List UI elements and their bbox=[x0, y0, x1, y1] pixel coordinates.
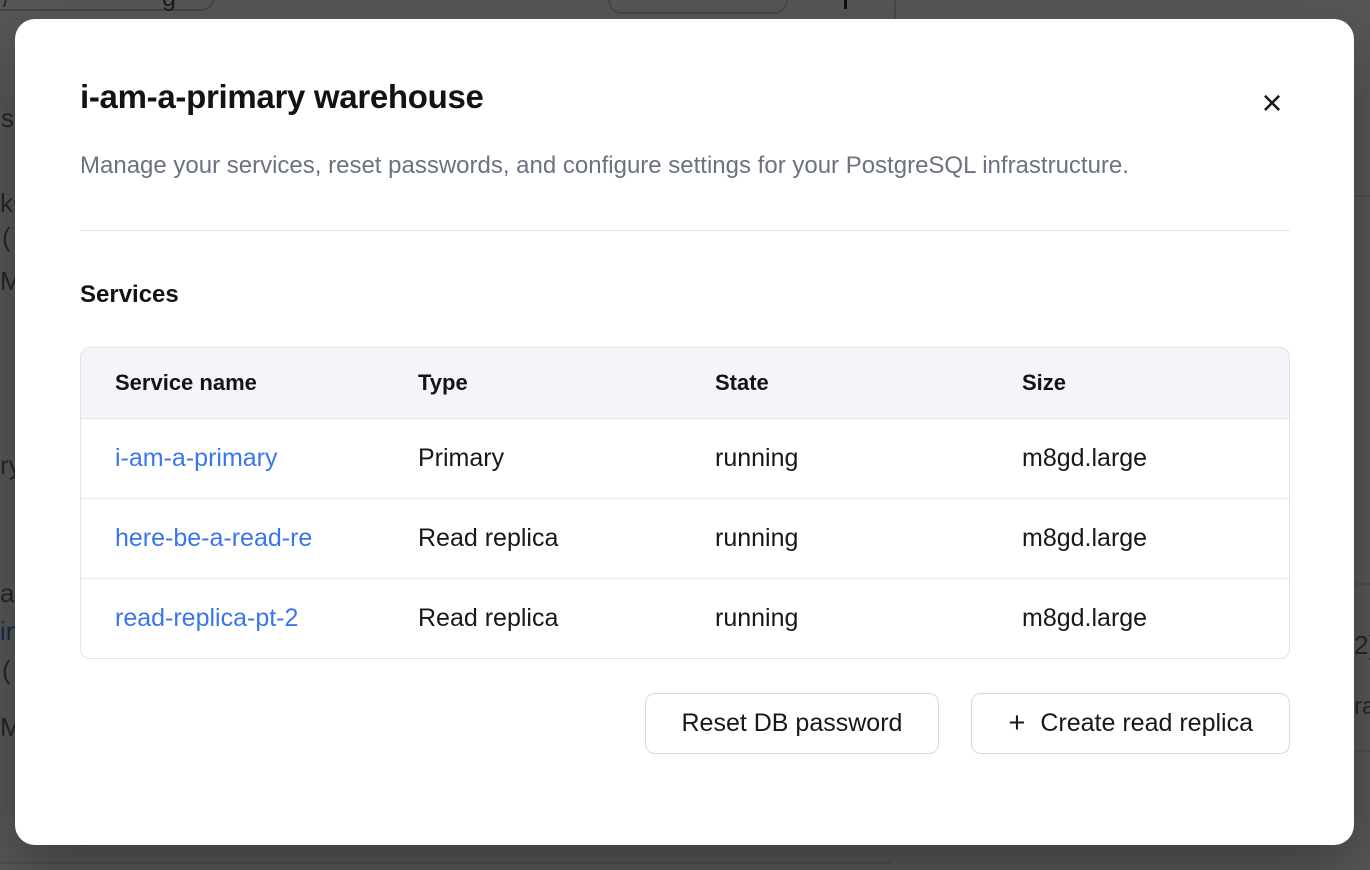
service-size-cell: m8gd.large bbox=[988, 578, 1289, 658]
service-state-cell: running bbox=[681, 578, 988, 658]
plus-icon: + bbox=[1008, 709, 1025, 738]
divider bbox=[80, 230, 1290, 231]
service-name-cell: i-am-a-primary bbox=[81, 418, 384, 498]
column-header-service-name: Service name bbox=[81, 348, 384, 418]
table-header-row: Service name Type State Size bbox=[81, 348, 1289, 418]
service-type-cell: Primary bbox=[384, 418, 681, 498]
modal-description: Manage your services, reset passwords, a… bbox=[80, 145, 1205, 187]
warehouse-services-modal: i-am-a-primary warehouse × Manage your s… bbox=[15, 19, 1354, 845]
service-state-cell: running bbox=[681, 498, 988, 578]
table-row: read-replica-pt-2 Read replica running m… bbox=[81, 578, 1289, 658]
service-type-cell: Read replica bbox=[384, 578, 681, 658]
services-table: Service name Type State Size i-am-a-prim… bbox=[80, 347, 1290, 659]
service-name-cell: read-replica-pt-2 bbox=[81, 578, 384, 658]
service-type-cell: Read replica bbox=[384, 498, 681, 578]
reset-db-password-label: Reset DB password bbox=[682, 709, 903, 738]
create-read-replica-button[interactable]: + Create read replica bbox=[971, 693, 1290, 754]
table-row: here-be-a-read-re Read replica running m… bbox=[81, 498, 1289, 578]
reset-db-password-button[interactable]: Reset DB password bbox=[645, 693, 940, 754]
close-icon[interactable]: × bbox=[1250, 81, 1294, 125]
service-link[interactable]: read-replica-pt-2 bbox=[115, 604, 298, 633]
service-size-cell: m8gd.large bbox=[988, 498, 1289, 578]
service-size-cell: m8gd.large bbox=[988, 418, 1289, 498]
column-header-state: State bbox=[681, 348, 988, 418]
modal-actions: Reset DB password + Create read replica bbox=[80, 693, 1290, 754]
column-header-size: Size bbox=[988, 348, 1289, 418]
table-row: i-am-a-primary Primary running m8gd.larg… bbox=[81, 418, 1289, 498]
column-header-type: Type bbox=[384, 348, 681, 418]
modal-title: i-am-a-primary warehouse bbox=[80, 75, 1290, 119]
service-name-cell: here-be-a-read-re bbox=[81, 498, 384, 578]
service-link[interactable]: here-be-a-read-re bbox=[115, 524, 312, 553]
service-state-cell: running bbox=[681, 418, 988, 498]
create-read-replica-label: Create read replica bbox=[1040, 709, 1253, 738]
service-link[interactable]: i-am-a-primary bbox=[115, 444, 278, 473]
services-heading: Services bbox=[80, 281, 1290, 309]
